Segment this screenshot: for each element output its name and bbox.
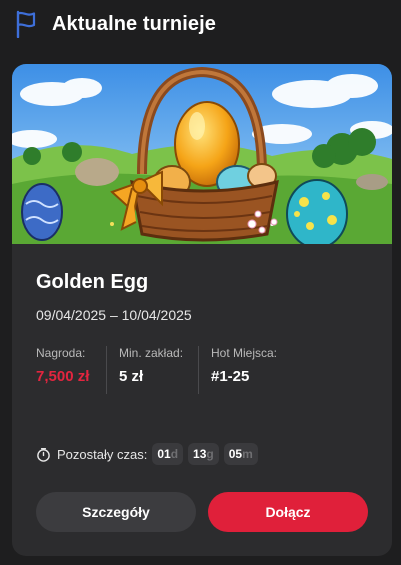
countdown-days-unit: d: [170, 447, 179, 461]
tournament-card[interactable]: Golden Egg 09/04/2025 – 10/04/2025 Nagro…: [12, 64, 392, 556]
tournament-stats: Nagroda: 7,500 zł Min. zakład: 5 zł Hot …: [36, 346, 376, 394]
stat-min-bet: Min. zakład: 5 zł: [106, 346, 183, 394]
stat-hot-places-value: #1-25: [211, 368, 250, 385]
stat-min-bet-label: Min. zakład:: [119, 346, 184, 360]
section-title: Aktualne turnieje: [52, 12, 216, 35]
countdown-hours-unit: g: [206, 447, 214, 461]
countdown-hours: 13 g: [188, 443, 219, 465]
section-header: Aktualne turnieje: [14, 8, 216, 40]
time-remaining: Pozostały czas: 01 d 13 g 05 m: [36, 442, 263, 466]
join-button[interactable]: Dołącz: [208, 492, 368, 532]
time-remaining-label: Pozostały czas:: [57, 446, 148, 462]
stat-hot-places: Hot Miejsca: #1-25: [198, 346, 277, 394]
stat-prize-value: 7,500 zł: [36, 368, 90, 385]
stat-min-bet-value: 5 zł: [119, 368, 144, 385]
countdown-hours-value: 13: [193, 447, 207, 461]
countdown-minutes: 05 m: [223, 443, 258, 465]
flag-icon: [16, 10, 36, 38]
tournament-name: Golden Egg: [36, 271, 149, 293]
stat-hot-places-label: Hot Miejsca:: [211, 346, 278, 360]
countdown-minutes-unit: m: [242, 447, 253, 461]
stopwatch-icon: [37, 447, 50, 462]
countdown-days-value: 01: [157, 447, 171, 461]
countdown-days: 01 d: [152, 443, 184, 465]
tournament-dates: 09/04/2025 – 10/04/2025: [36, 307, 192, 323]
details-button[interactable]: Szczegóły: [36, 492, 196, 532]
stat-prize: Nagroda: 7,500 zł: [36, 346, 89, 394]
countdown-minutes-value: 05: [228, 447, 243, 461]
stat-prize-label: Nagroda:: [36, 346, 86, 360]
tournament-banner-image: [12, 64, 392, 244]
